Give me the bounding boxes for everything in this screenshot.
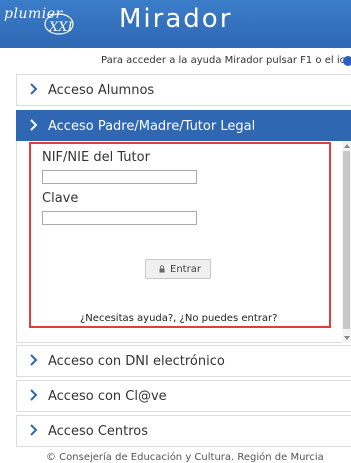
scroll-up-icon[interactable] xyxy=(344,144,350,148)
password-label: Clave xyxy=(42,191,79,206)
panel-label: Acceso Centros xyxy=(48,424,149,439)
help-text: Para acceder a la ayuda Mirador pulsar F… xyxy=(101,55,351,66)
nif-label: NIF/NIE del Tutor xyxy=(42,150,150,165)
scroll-down-icon[interactable] xyxy=(344,336,350,340)
footer-copyright: © Consejería de Educación y Cultura. Reg… xyxy=(46,452,324,463)
app-header: plumier XXI Mirador xyxy=(0,0,351,48)
chevron-right-icon xyxy=(30,354,38,366)
chevron-right-icon xyxy=(30,389,38,401)
help-bar: Para acceder a la ayuda Mirador pulsar F… xyxy=(0,52,351,68)
panel-acceso-padre-tutor[interactable]: Acceso Padre/Madre/Tutor Legal xyxy=(16,110,351,142)
panel-label: Acceso Alumnos xyxy=(48,83,155,98)
enter-button[interactable]: Entrar xyxy=(145,259,211,279)
svg-text:XXI: XXI xyxy=(48,20,74,35)
page-title: Mirador xyxy=(119,4,233,34)
password-input[interactable] xyxy=(42,211,197,225)
help-link[interactable]: ¿Necesitas ayuda?, ¿No puedes entrar? xyxy=(80,313,277,324)
chevron-right-icon xyxy=(30,424,38,436)
panel-acceso-centros[interactable]: Acceso Centros xyxy=(16,415,351,447)
panel-label: Acceso con Cl@ve xyxy=(48,389,167,404)
lock-icon xyxy=(159,265,165,273)
help-icon[interactable] xyxy=(343,56,351,66)
panel-label: Acceso con DNI electrónico xyxy=(48,354,225,369)
panel-acceso-alumnos[interactable]: Acceso Alumnos xyxy=(16,74,351,106)
enter-button-label: Entrar xyxy=(170,264,201,275)
nif-input[interactable] xyxy=(42,170,197,184)
panel-label: Acceso Padre/Madre/Tutor Legal xyxy=(48,119,256,134)
scrollbar[interactable] xyxy=(342,141,351,343)
panel-acceso-clave[interactable]: Acceso con Cl@ve xyxy=(16,380,351,412)
xxi-logo-icon: XXI xyxy=(44,13,74,35)
panel-acceso-dni[interactable]: Acceso con DNI electrónico xyxy=(16,345,351,377)
chevron-right-icon xyxy=(30,119,38,131)
scroll-thumb[interactable] xyxy=(343,151,350,329)
chevron-right-icon xyxy=(30,83,38,95)
